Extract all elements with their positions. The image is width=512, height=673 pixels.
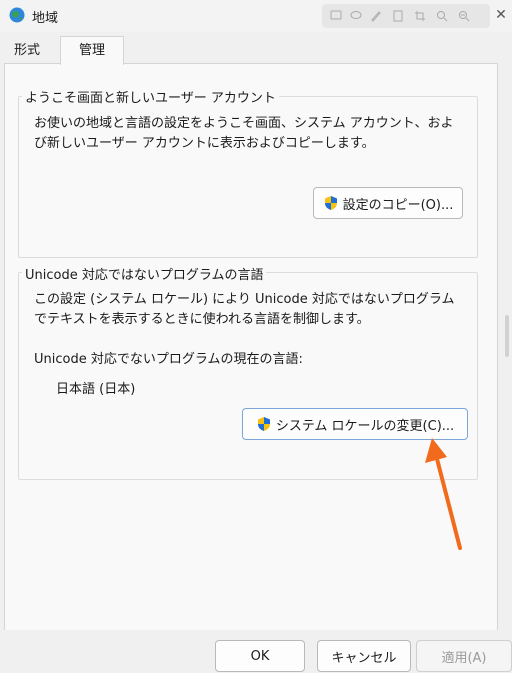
current-language-value: 日本語 (日本) <box>56 382 136 397</box>
cancel-button[interactable]: キャンセル <box>317 640 411 672</box>
uac-shield-icon <box>324 196 337 210</box>
crop-icon[interactable] <box>414 10 426 22</box>
window-title: 地域 <box>32 11 59 26</box>
copy-settings-button[interactable]: 設定のコピー(O)... <box>313 187 463 219</box>
uac-shield-icon <box>257 417 270 431</box>
welcome-group-legend: ようこそ画面と新しいユーザー アカウント <box>22 87 279 106</box>
tab-format[interactable]: 形式 <box>4 39 50 63</box>
ok-button[interactable]: OK <box>215 640 305 672</box>
globe-icon <box>9 7 25 23</box>
close-button[interactable]: ✕ <box>490 2 512 28</box>
change-system-locale-button[interactable]: システム ロケールの変更(C)... <box>242 408 468 440</box>
apply-button[interactable]: 適用(A) <box>416 640 512 672</box>
title-bar: 地域 ✕ <box>0 0 512 32</box>
pen-icon[interactable] <box>370 10 382 22</box>
copy-settings-label: 設定のコピー(O)... <box>342 197 454 213</box>
tab-admin[interactable]: 管理 <box>60 36 124 65</box>
welcome-description: お使いの地域と言語の設定をようこそ画面、システム アカウント、および新しいユーザ… <box>34 116 454 151</box>
current-language-label: Unicode 対応でないプログラムの現在の言語: <box>34 352 303 367</box>
zoom-icon[interactable] <box>436 10 448 22</box>
scrollbar-thumb[interactable] <box>505 315 509 357</box>
change-system-locale-label: システム ロケールの変更(C)... <box>275 418 455 434</box>
overlay-toolbar <box>322 4 490 28</box>
page-icon[interactable] <box>392 10 404 22</box>
lasso-icon[interactable] <box>350 10 362 22</box>
zoom-out-icon[interactable] <box>458 10 470 22</box>
unicode-group-legend: Unicode 対応ではないプログラムの言語 <box>22 264 267 283</box>
comment-icon[interactable] <box>330 10 342 22</box>
unicode-description: この設定 (システム ロケール) により Unicode 対応ではないプログラム… <box>34 292 455 327</box>
